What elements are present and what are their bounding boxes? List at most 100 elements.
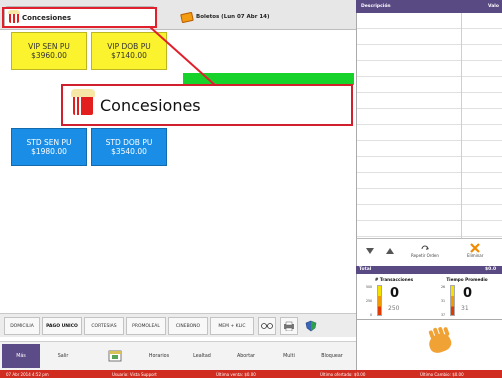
status-datetime: 07 Abr 2014 4:52 pm bbox=[6, 371, 49, 377]
printer-icon bbox=[284, 321, 294, 331]
order-row bbox=[357, 141, 502, 157]
nav-bloquear[interactable]: Bloquear bbox=[310, 344, 354, 368]
avg-time-sub: 31 bbox=[461, 305, 469, 312]
wave-hand-icon bbox=[426, 330, 454, 356]
option-label: PROMOLEAL bbox=[132, 323, 160, 329]
nav-multi[interactable]: Multi bbox=[272, 344, 306, 368]
delete-icon bbox=[470, 243, 480, 253]
order-row bbox=[357, 157, 502, 173]
order-row bbox=[357, 205, 502, 221]
status-last-sale: Última venta: $0.00 bbox=[216, 371, 256, 377]
gauge-label: 31 bbox=[441, 299, 446, 303]
product-price: $3540.00 bbox=[111, 147, 147, 156]
repeat-order-button[interactable]: Repetir Orden bbox=[411, 243, 439, 258]
option-mem-klic[interactable]: MEM + KLIC bbox=[210, 317, 254, 335]
product-std-sen-pu[interactable]: STD SEN PU $1980.00 bbox=[11, 128, 87, 166]
total-value: $0.0 bbox=[485, 267, 497, 272]
chevron-down-icon bbox=[366, 248, 374, 254]
nav-abortar[interactable]: Abortar bbox=[226, 344, 266, 368]
avg-time-gauge bbox=[450, 285, 455, 316]
option-promoleal[interactable]: PROMOLEAL bbox=[126, 317, 166, 335]
nav-calendar-button[interactable] bbox=[100, 344, 130, 368]
nav-label: Abortar bbox=[236, 353, 256, 359]
shield-button[interactable] bbox=[302, 317, 320, 335]
gauge-label: 0 bbox=[370, 313, 373, 317]
total-label: Total bbox=[359, 267, 372, 272]
popcorn-icon bbox=[71, 89, 95, 115]
avg-time-value: 0 bbox=[463, 286, 473, 301]
nav-bar: Más Salir Horarios Lealtad Abortar Multi… bbox=[0, 341, 356, 370]
option-label: CINEBONO bbox=[175, 323, 201, 329]
nav-label: Lealtad bbox=[193, 353, 211, 359]
option-label: PAGO UNICO bbox=[46, 323, 78, 329]
print-button[interactable] bbox=[280, 317, 298, 335]
product-name: STD SEN PU bbox=[26, 138, 72, 147]
nav-label: Multi bbox=[283, 353, 295, 359]
col-value: Valo bbox=[488, 4, 499, 9]
product-price: $1980.00 bbox=[31, 147, 67, 156]
nav-horarios[interactable]: Horarios bbox=[140, 344, 178, 368]
nav-label: Salir bbox=[57, 353, 69, 359]
status-bar: 07 Abr 2014 4:52 pm Usuario: Vista Suppo… bbox=[0, 370, 502, 378]
payment-options-bar: DOMICILIA PAGO UNICO CORTESIAS PROMOLEAL… bbox=[0, 313, 356, 337]
order-grid[interactable] bbox=[356, 13, 502, 238]
order-actions: Repetir Orden Eliminar bbox=[356, 238, 502, 266]
product-name: STD DOB PU bbox=[105, 138, 153, 147]
option-domicilia[interactable]: DOMICILIA bbox=[4, 317, 40, 335]
order-row bbox=[357, 29, 502, 45]
grid-divider bbox=[461, 13, 462, 238]
nav-label: Más bbox=[16, 353, 26, 359]
order-row bbox=[357, 173, 502, 189]
transactions-value: 0 bbox=[390, 286, 400, 301]
status-user: Usuario: Vista Support bbox=[112, 371, 157, 377]
scroll-up-button[interactable] bbox=[385, 247, 395, 255]
highlight-zoom-box: Concesiones bbox=[61, 84, 353, 126]
order-header: Descripción Valo bbox=[356, 0, 502, 13]
calendar-icon bbox=[108, 350, 122, 362]
status-last-change: Último Cambio: $0.00 bbox=[420, 371, 464, 377]
order-row bbox=[357, 13, 502, 29]
nav-lealtad[interactable]: Lealtad bbox=[182, 344, 222, 368]
total-bar: Total $0.0 bbox=[356, 266, 502, 274]
highlight-line bbox=[149, 26, 217, 87]
option-label: CORTESIAS bbox=[91, 323, 117, 329]
gauge-label: 37 bbox=[441, 313, 446, 317]
gauge-label: 250 bbox=[366, 299, 373, 303]
order-row bbox=[357, 61, 502, 77]
delete-button[interactable]: Eliminar bbox=[467, 243, 483, 258]
glasses-button[interactable] bbox=[258, 317, 276, 335]
wave-button[interactable] bbox=[356, 319, 502, 370]
scroll-down-button[interactable] bbox=[365, 247, 375, 255]
order-row bbox=[357, 45, 502, 61]
chevron-up-icon bbox=[386, 248, 394, 254]
order-row bbox=[357, 77, 502, 93]
shield-icon bbox=[305, 320, 317, 332]
option-cortesias[interactable]: CORTESIAS bbox=[84, 317, 124, 335]
zoom-label: Concesiones bbox=[100, 95, 201, 115]
stats-panel: # Transacciones 500 250 0 0 250 Tiempo P… bbox=[356, 274, 502, 319]
order-row bbox=[357, 109, 502, 125]
nav-salir[interactable]: Salir bbox=[44, 344, 82, 368]
col-description: Descripción bbox=[361, 4, 391, 9]
gauge-label: 26 bbox=[441, 285, 446, 289]
stat-title: # Transacciones bbox=[374, 277, 414, 282]
order-row bbox=[357, 189, 502, 205]
transactions-sub: 250 bbox=[388, 305, 400, 312]
repeat-order-label: Repetir Orden bbox=[411, 253, 439, 258]
stat-title: Tiempo Promedio bbox=[446, 277, 488, 282]
option-label: MEM + KLIC bbox=[218, 323, 246, 329]
status-last-offered: Último ofertado: $0.00 bbox=[320, 371, 366, 377]
avg-time-stat: Tiempo Promedio 26 31 37 0 31 bbox=[433, 277, 501, 317]
order-row bbox=[357, 125, 502, 141]
pos-screen: Concesiones Boletos (Lun 07 Abr 14) VIP … bbox=[0, 0, 502, 378]
repeat-icon bbox=[421, 245, 429, 250]
gauge-label: 500 bbox=[366, 285, 373, 289]
order-row bbox=[357, 93, 502, 109]
nav-mas[interactable]: Más bbox=[2, 344, 40, 368]
product-std-dob-pu[interactable]: STD DOB PU $3540.00 bbox=[91, 128, 167, 166]
transactions-gauge bbox=[377, 285, 382, 316]
option-cinebono[interactable]: CINEBONO bbox=[168, 317, 208, 335]
option-label: DOMICILIA bbox=[10, 323, 34, 329]
nav-label: Horarios bbox=[148, 353, 170, 359]
option-pago-unico[interactable]: PAGO UNICO bbox=[42, 317, 82, 335]
